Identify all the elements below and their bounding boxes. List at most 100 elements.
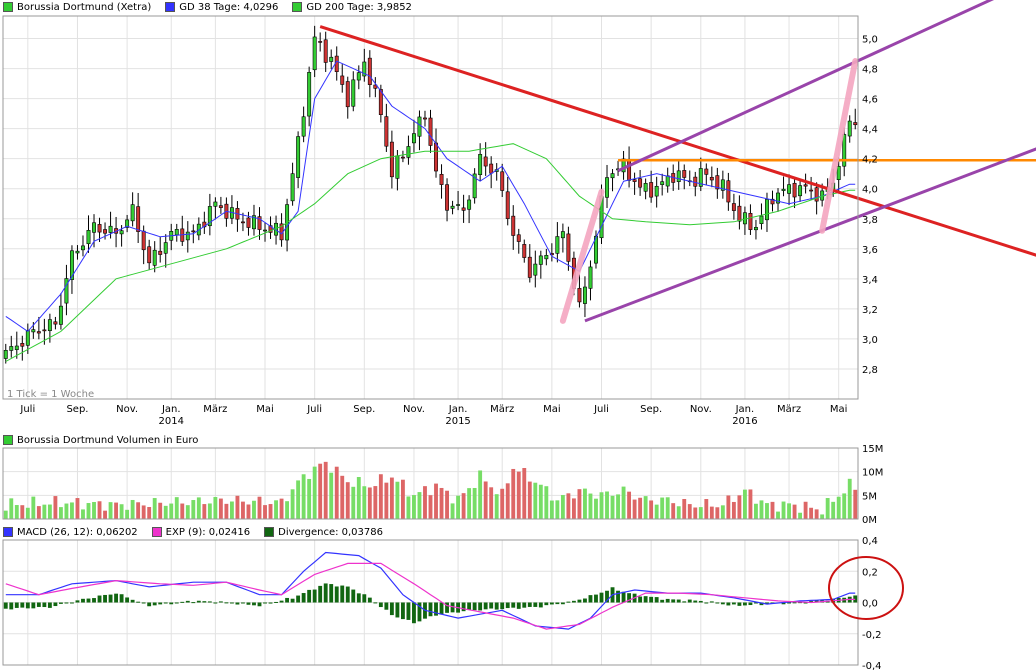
divergence-bar [511, 602, 516, 608]
divergence-bar [75, 600, 80, 603]
divergence-bar [671, 599, 676, 603]
volume-bar [742, 489, 747, 519]
candle-body [20, 343, 25, 347]
volume-bar [483, 481, 488, 519]
volume-bar [781, 501, 786, 519]
volume-bar [560, 495, 565, 519]
month-tick-label: Nov. [403, 404, 425, 415]
divergence-bar [86, 598, 91, 603]
candle-body [356, 72, 361, 81]
divergence-bar [494, 602, 499, 610]
divergence-bar [279, 600, 284, 603]
volume-bar [218, 498, 223, 519]
volume-bar [787, 503, 791, 519]
year-tick-label: 2014 [159, 416, 184, 427]
volume-bar [632, 499, 637, 519]
month-tick-label: Juli [593, 404, 609, 415]
month-tick-label: Jan. [161, 404, 181, 415]
volume-bar [792, 504, 797, 519]
volume-bar [395, 481, 400, 519]
divergence-bar [301, 593, 306, 603]
divergence-bar [588, 595, 593, 603]
divergence-bar [92, 598, 96, 603]
divergence-bar [3, 602, 8, 609]
candle-body [588, 266, 593, 289]
volume-bar [345, 482, 350, 519]
volume-bar [798, 512, 803, 519]
volume-bar [544, 486, 549, 519]
volume-bar [511, 468, 516, 519]
divergence-bar [130, 599, 135, 603]
volume-tick-label: 15M [862, 444, 883, 455]
divergence-bar [594, 594, 598, 603]
divergence-bar [748, 602, 753, 606]
volume-bar [461, 493, 466, 519]
volume-bar [119, 504, 124, 519]
candle-body [781, 188, 786, 191]
volume-bar [555, 500, 560, 519]
price-tick-label: 3,4 [862, 275, 878, 286]
volume-bar [125, 509, 130, 519]
volume-bar [307, 478, 312, 519]
divergence-bar [560, 602, 565, 605]
price-tick-label: 4,6 [862, 95, 878, 106]
divergence-bar [395, 602, 400, 618]
candle-body [36, 331, 41, 334]
divergence-bar [428, 602, 433, 617]
candle-body [174, 229, 179, 236]
divergence-bar [731, 602, 736, 605]
candle-body [693, 176, 698, 187]
candle-body [406, 146, 411, 158]
divergence-bar [599, 592, 604, 603]
candle-body [97, 224, 102, 233]
volume-bar [533, 482, 538, 519]
divergence-bar [715, 602, 720, 604]
candle-body [605, 177, 609, 198]
macd-tick-label: -0,2 [862, 630, 882, 641]
divergence-bar [693, 600, 698, 603]
divergence-bar [169, 602, 174, 605]
candle-body [726, 180, 731, 203]
divergence-bar [47, 602, 52, 608]
candle-body [191, 230, 196, 233]
candle-body [163, 242, 168, 254]
candle-body [516, 234, 521, 242]
candle-body [798, 185, 803, 197]
divergence-bar [660, 599, 665, 603]
volume-bar [676, 506, 681, 519]
divergence-bar [792, 602, 797, 604]
volume-bar [687, 504, 692, 519]
volume-bar [58, 507, 63, 519]
candle-body [25, 330, 30, 346]
volume-tick-label: 5M [862, 491, 877, 502]
year-tick-label: 2016 [732, 416, 757, 427]
volume-bar [731, 501, 736, 519]
candle-body [500, 171, 505, 191]
volume-bar [754, 503, 758, 519]
volume-bar [252, 500, 256, 519]
volume-bar [682, 498, 687, 519]
volume-bar [720, 505, 725, 519]
candle-body [638, 178, 643, 188]
divergence-bar [263, 602, 267, 604]
divergence-bar [720, 602, 725, 605]
month-tick-label: Mai [830, 404, 848, 415]
macd-tick-label: 0,4 [862, 536, 878, 547]
volume-bar [505, 483, 510, 519]
volume-bar [141, 505, 146, 519]
divergence-bar [533, 602, 538, 607]
axis-labels: 2,8 3,0 3,2 3,4 3,6 3,8 4,0 4,2 4,4 4,6 4,8 5,0 0M 5M… [19, 35, 883, 670]
volume-bar [445, 490, 449, 519]
month-tick-label: Mai [543, 404, 561, 415]
volume-bar [654, 504, 659, 519]
divergence-bar [742, 602, 747, 606]
divergence-bar [70, 602, 74, 604]
volume-bar [439, 487, 444, 519]
divergence-bar [31, 602, 36, 609]
volume-bar [571, 498, 576, 519]
macd-tick-label: 0,2 [862, 567, 878, 578]
divergence-bar [108, 594, 113, 603]
volume-bar [467, 488, 472, 519]
divergence-bar [638, 596, 643, 603]
candle-body [610, 173, 615, 179]
